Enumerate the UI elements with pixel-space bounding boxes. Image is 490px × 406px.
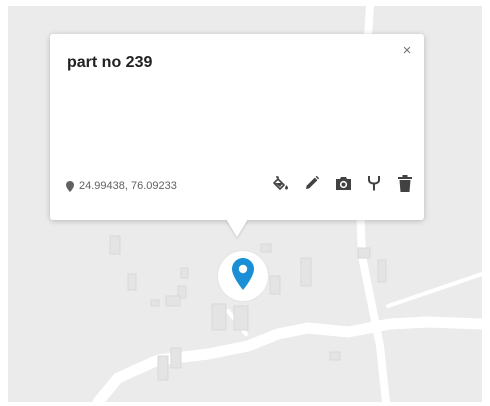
fork-icon[interactable]	[364, 173, 384, 193]
coordinates-text: 24.99438, 76.09233	[79, 180, 177, 192]
location-pin-icon	[66, 180, 74, 192]
popup-title: part no 239	[67, 54, 153, 71]
popup-toolbar	[271, 173, 415, 193]
coordinates-row: 24.99438, 76.09233	[66, 180, 177, 192]
trash-icon[interactable]	[395, 173, 415, 193]
pencil-icon[interactable]	[302, 173, 322, 193]
map-frame[interactable]: part no 239 × 24.99438, 76.09233	[8, 6, 482, 402]
map-marker[interactable]	[218, 251, 268, 301]
close-button[interactable]: ×	[398, 42, 416, 60]
location-popup: part no 239 × 24.99438, 76.09233	[50, 34, 424, 220]
close-icon: ×	[402, 42, 412, 59]
location-marker-icon	[232, 257, 254, 295]
popup-pointer	[226, 219, 248, 237]
paint-bucket-icon[interactable]	[271, 173, 291, 193]
camera-icon[interactable]	[333, 173, 353, 193]
